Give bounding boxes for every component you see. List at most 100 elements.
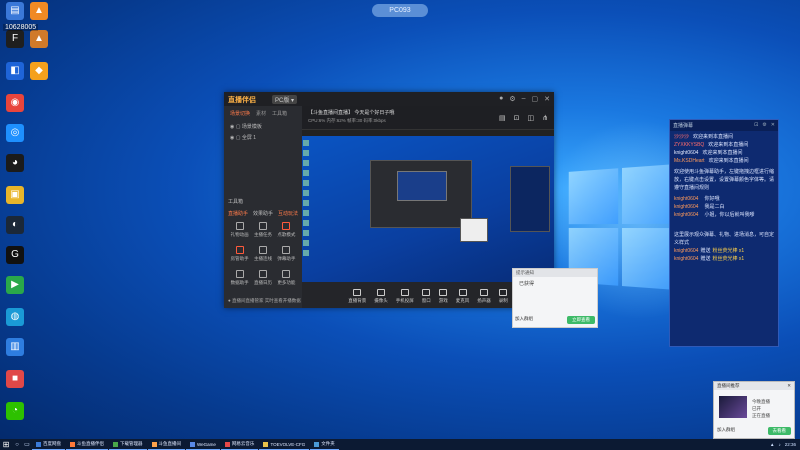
stream-preview[interactable] bbox=[302, 130, 554, 282]
control-button[interactable]: 直播背景 bbox=[348, 289, 366, 304]
taskbar-item[interactable]: 斗鱼直播间 bbox=[147, 439, 185, 450]
close-icon[interactable]: ✕ bbox=[544, 95, 550, 103]
chat-username[interactable]: knight0604 bbox=[674, 150, 698, 156]
control-button[interactable]: 游戏 bbox=[439, 289, 448, 304]
taskbar-item[interactable]: 百度网盘 bbox=[32, 439, 65, 450]
steam-icon[interactable]: ◐ bbox=[4, 216, 26, 234]
taskbar-app-icon bbox=[263, 441, 269, 447]
taskbar-item[interactable]: 斗鱼直播伴侣 bbox=[66, 439, 108, 450]
close-icon[interactable]: ✕ bbox=[771, 122, 775, 128]
avatar-icon[interactable]: ● bbox=[499, 95, 503, 103]
scene-row[interactable]: ◉ ▢ 场景模板 bbox=[224, 121, 302, 132]
chat-username[interactable]: Ms.KSDHeart bbox=[674, 158, 705, 164]
control-button[interactable]: 窗口 bbox=[422, 289, 431, 304]
tool-item[interactable]: 弹幕助手 bbox=[275, 246, 298, 262]
scene-row[interactable]: ◉ ▢ 全屏 1 bbox=[224, 132, 302, 143]
orange-box-icon[interactable]: ◆ bbox=[28, 62, 50, 80]
chat-username[interactable]: ZYXKKYSBQ bbox=[674, 142, 704, 148]
layout-icon[interactable]: ▤ bbox=[499, 114, 506, 122]
settings-icon[interactable]: ⚙ bbox=[762, 122, 766, 128]
yellow-app-icon[interactable]: ▣ bbox=[4, 186, 26, 204]
control-button[interactable]: 录制 bbox=[499, 289, 508, 304]
pin-icon[interactable]: ⊡ bbox=[754, 122, 758, 128]
view-now-button[interactable]: 立即查看 bbox=[567, 316, 595, 324]
chat-username[interactable]: knight0604 bbox=[674, 204, 698, 210]
tool-tab[interactable]: 互动玩法 bbox=[278, 210, 298, 217]
close-icon[interactable]: ✕ bbox=[787, 383, 791, 389]
chat-title: 直播弹幕 bbox=[673, 123, 694, 129]
control-button[interactable]: 扬声器 bbox=[477, 289, 491, 304]
control-label: 手机投屏 bbox=[395, 298, 414, 303]
fps-app-icon[interactable]: F bbox=[4, 30, 26, 48]
start-button[interactable]: ⊞ bbox=[0, 439, 12, 450]
record-icon[interactable]: ◫ bbox=[528, 114, 535, 122]
app-title-bar: 直播伴侣 PC版 ▾ ● ⚙ – ▢ ✕ bbox=[224, 92, 554, 106]
blue-app-icon[interactable]: ▤ bbox=[4, 2, 26, 20]
tool-icon bbox=[258, 246, 267, 254]
join-group-link[interactable]: 加入群组 bbox=[717, 427, 735, 435]
tool-item[interactable]: 主播连线 bbox=[251, 246, 274, 262]
card-thumbnail[interactable] bbox=[719, 396, 747, 418]
green-play-icon[interactable]: ▶ bbox=[4, 276, 26, 294]
control-button[interactable]: 麦克风 bbox=[456, 289, 469, 304]
tool-tabs: 直播助手 效果助手 互动玩法 bbox=[228, 210, 298, 217]
chrome-icon[interactable]: ◉ bbox=[4, 94, 26, 112]
stream-title[interactable]: 【斗鱼直播间直播】 今天是个好日子哦 bbox=[308, 109, 394, 116]
minimize-icon[interactable]: – bbox=[522, 95, 526, 103]
clock[interactable]: 22:36 bbox=[785, 442, 796, 447]
chat-username[interactable]: knight0604 bbox=[674, 212, 698, 218]
tab-toolbox[interactable]: 工具箱 bbox=[272, 110, 287, 117]
taskbar-item[interactable]: 下载管理器 bbox=[109, 439, 147, 450]
tent-icon[interactable]: ▲ bbox=[28, 30, 50, 48]
taskbar-item[interactable]: 网易云音乐 bbox=[220, 439, 259, 450]
lock-icon[interactable]: ⊡ bbox=[514, 114, 520, 122]
taskbar-item[interactable]: 文件夹 bbox=[310, 439, 339, 450]
tool-item[interactable]: 主播任务 bbox=[251, 222, 274, 238]
bottom-note[interactable]: ● 直播间直播管家 实时查看开播数据 bbox=[228, 298, 301, 304]
control-button[interactable]: 摄像头 bbox=[374, 289, 388, 304]
go-watch-button[interactable]: 去看看 bbox=[767, 427, 791, 435]
chat-username[interactable]: knight0604 bbox=[674, 256, 698, 262]
blue-doc-icon[interactable]: ▥ bbox=[4, 338, 26, 356]
control-button[interactable]: 手机投屏 bbox=[396, 289, 414, 304]
blue-square-icon[interactable]: ◧ bbox=[4, 62, 26, 80]
chat-username[interactable]: knight0604 bbox=[674, 196, 698, 202]
tab-material[interactable]: 素材 bbox=[256, 110, 266, 117]
tool-item[interactable]: 直播日历 bbox=[251, 270, 274, 286]
version-dropdown[interactable]: PC版 ▾ bbox=[272, 95, 298, 104]
chat-line: knight0604 你好哦 bbox=[674, 195, 774, 203]
network-icon[interactable]: ▲ bbox=[770, 442, 774, 447]
search-icon[interactable]: ○ bbox=[12, 439, 22, 450]
wechat-icon[interactable]: ◔ bbox=[4, 402, 26, 420]
chat-text: 欢迎来到本直播间 bbox=[693, 134, 734, 140]
volume-icon[interactable]: ♪ bbox=[778, 442, 780, 447]
card-line: 正在直播 bbox=[752, 413, 770, 418]
blue-circle-icon[interactable]: ◎ bbox=[4, 124, 26, 142]
share-icon[interactable]: ⋔ bbox=[542, 114, 548, 122]
red-app-icon[interactable]: ■ bbox=[4, 370, 26, 388]
taskbar-item[interactable]: TOEVOLVE-CFG bbox=[259, 439, 310, 450]
tool-label: 点歌模式 bbox=[277, 232, 296, 237]
join-group-link[interactable]: 加入群组 bbox=[515, 316, 533, 324]
chat-username[interactable]: 沙沙沙 bbox=[674, 134, 689, 140]
control-icon bbox=[400, 289, 409, 296]
tool-item[interactable]: 更多功能 bbox=[275, 270, 298, 286]
tool-item[interactable]: 礼物动画 bbox=[228, 222, 251, 238]
tool-item[interactable]: 房管助手 bbox=[228, 246, 251, 262]
system-message: 欢迎使用斗鱼弹幕助手，左键拖拽边框进行缩放，右键点击设置，设置弹幕颜色字体等。请… bbox=[674, 169, 775, 191]
taskbar-item[interactable]: WeGame bbox=[186, 439, 220, 450]
qq-icon[interactable]: ◕ bbox=[4, 154, 26, 172]
tool-icon bbox=[282, 246, 291, 254]
tool-tab[interactable]: 直播助手 bbox=[228, 210, 248, 217]
cyan-app-icon[interactable]: ◍ bbox=[4, 308, 26, 326]
orange-tent-icon[interactable]: ▲ bbox=[28, 2, 50, 20]
chat-username[interactable]: knight0604 bbox=[674, 248, 698, 254]
tool-item[interactable]: 数据助手 bbox=[228, 270, 251, 286]
tool-item[interactable]: 点歌模式 bbox=[275, 222, 298, 238]
tab-scene[interactable]: 场景切换 bbox=[230, 110, 250, 117]
settings-icon[interactable]: ⚙ bbox=[509, 95, 515, 103]
maximize-icon[interactable]: ▢ bbox=[532, 95, 539, 103]
task-view-icon[interactable]: ▭ bbox=[22, 439, 32, 450]
tool-tab[interactable]: 效果助手 bbox=[253, 210, 273, 217]
g-app-icon[interactable]: G bbox=[4, 246, 26, 264]
